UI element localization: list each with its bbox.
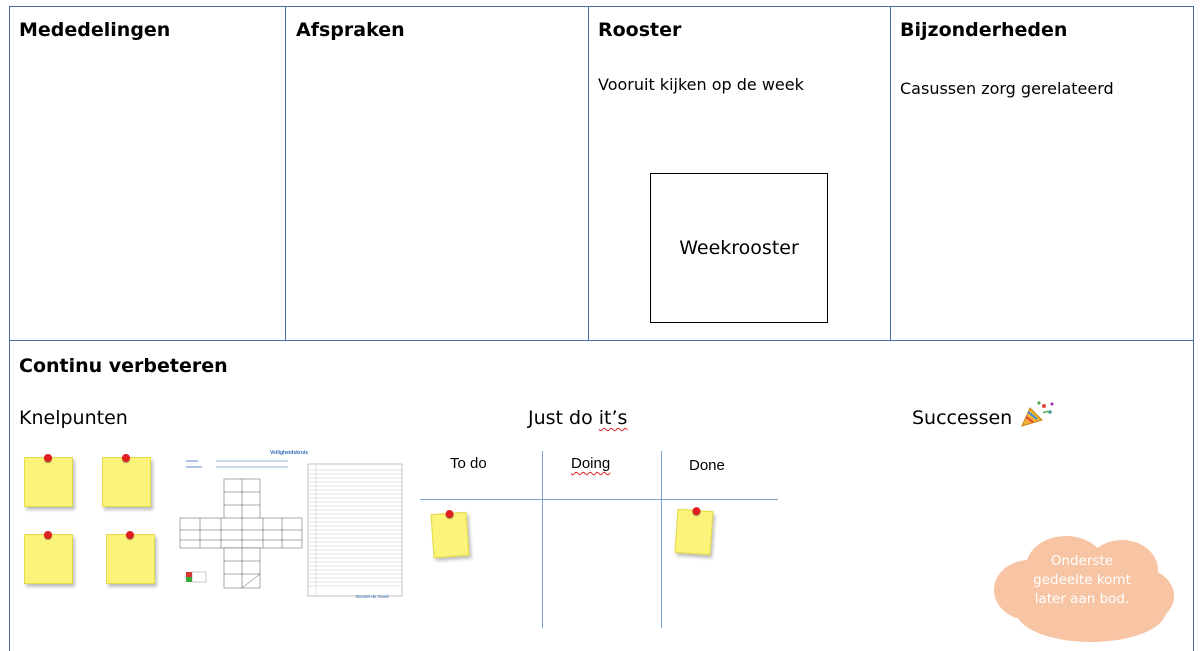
rooster-subtitle: Vooruit kijken op de week [598, 75, 804, 94]
sticky-note[interactable] [106, 531, 155, 584]
just-do-label: Just do [528, 407, 599, 429]
sticky-note-done[interactable] [674, 506, 714, 556]
kanban-horizontal-line [420, 499, 778, 500]
knelpunten-label: Knelpunten [19, 407, 128, 429]
sticky-note[interactable] [24, 454, 73, 507]
bijzonderheden-title: Bijzonderheden [900, 19, 1068, 41]
kanban-divider-2 [661, 451, 662, 628]
pin-icon [44, 454, 52, 462]
section-divider [9, 340, 1194, 341]
pin-icon [126, 531, 134, 539]
continu-verbeteren-title: Continu verbeteren [19, 355, 228, 377]
sticky-note-todo[interactable] [430, 509, 470, 559]
pin-icon [692, 506, 701, 516]
rooster-title: Rooster [598, 19, 682, 41]
bijzonderheden-subtitle: Casussen zorg gerelateerd [900, 79, 1114, 98]
cloud-line-1: Onderste [1050, 553, 1114, 569]
pin-icon [445, 509, 454, 519]
veiligheidskruis-thumbnail[interactable]: Veiligheidskruis Borstel de Goed [178, 446, 404, 602]
successen-label: Successen [912, 407, 1013, 429]
column-header-todo: To do [450, 455, 487, 472]
just-do-its-label: Just do it’s [528, 407, 627, 429]
sticky-note[interactable] [24, 531, 73, 584]
pin-icon [122, 454, 130, 462]
column-header-doing: Doing [571, 455, 611, 472]
party-popper-icon [1020, 400, 1056, 428]
sticky-note[interactable] [102, 454, 151, 507]
its-label: it’s [598, 407, 628, 429]
cloud-line-3: later aan bod. [1034, 591, 1130, 607]
afspraken-title: Afspraken [296, 19, 405, 41]
veiligheidskruis-title: Veiligheidskruis [270, 450, 308, 456]
weekrooster-label: Weekrooster [679, 237, 799, 259]
weekrooster-box[interactable]: Weekrooster [650, 173, 828, 323]
column-divider-3 [890, 6, 891, 340]
column-header-done: Done [689, 457, 725, 474]
kanban-divider-1 [542, 451, 543, 628]
pin-icon [44, 531, 52, 539]
cloud-line-2: gedeelte komt [1033, 572, 1131, 588]
mededelingen-title: Mededelingen [19, 19, 171, 41]
column-divider-2 [588, 6, 589, 340]
cloud-shape: Onderste gedeelte komt later aan bod. [986, 528, 1178, 648]
veiligheidskruis-footer: Borstel de Goed [356, 594, 389, 599]
column-divider-1 [285, 6, 286, 340]
